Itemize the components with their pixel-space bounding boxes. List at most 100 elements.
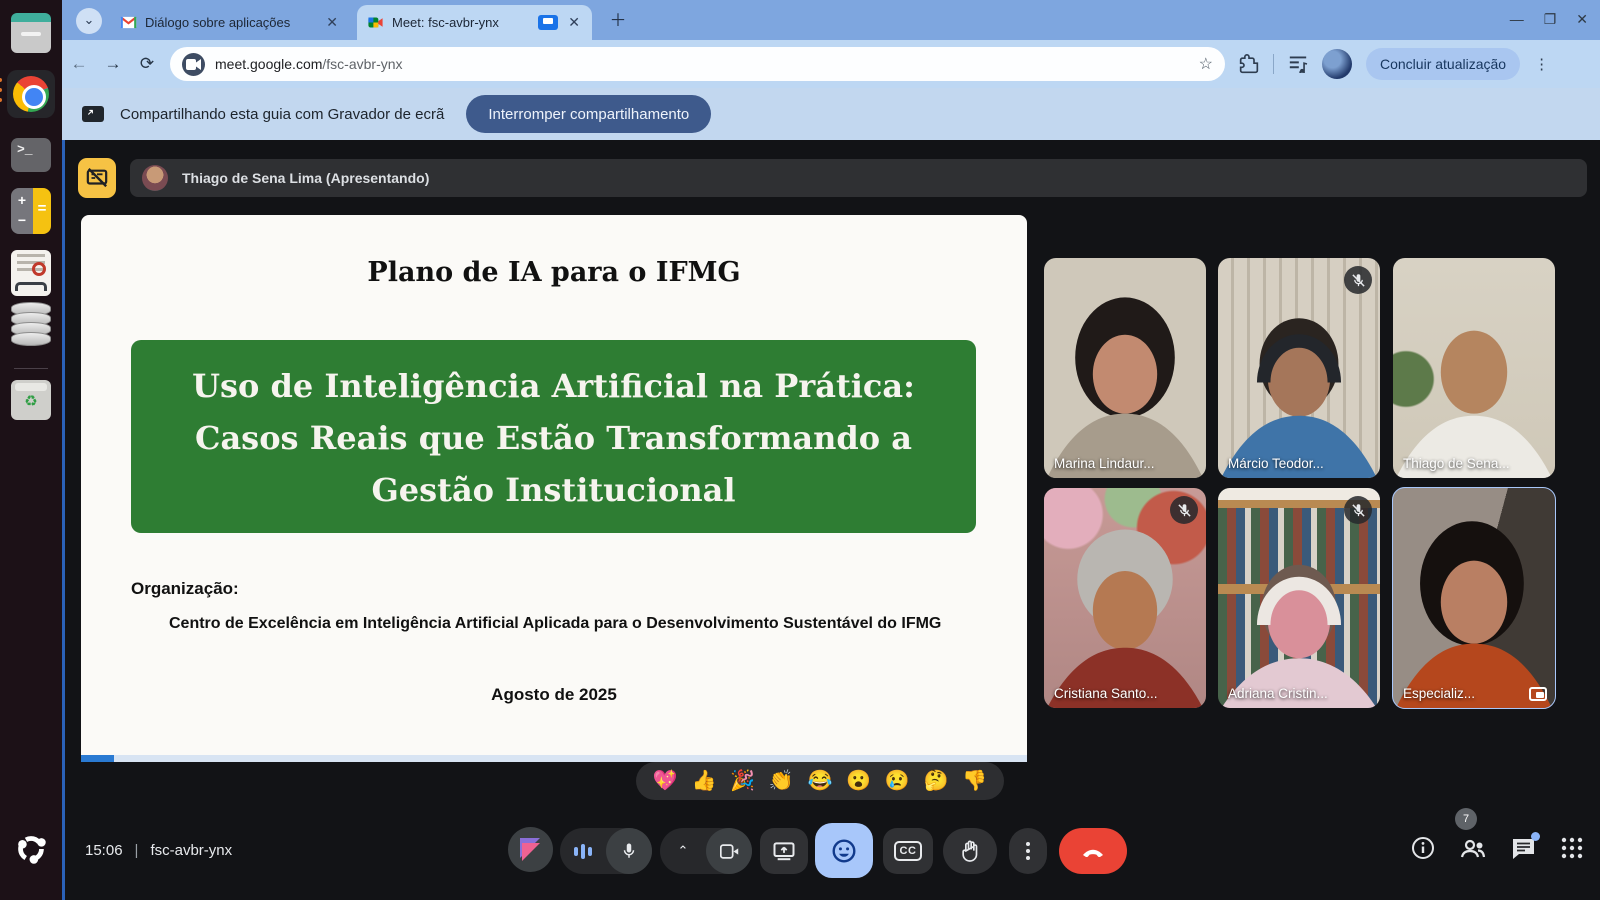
gmail-icon	[120, 14, 137, 31]
profile-avatar[interactable]	[1322, 49, 1352, 79]
participant-name: Márcio Teodor...	[1228, 456, 1324, 471]
participant-name: Cristiana Santo...	[1054, 686, 1158, 701]
calculator-icon[interactable]: +−=	[11, 188, 51, 234]
participant-tile[interactable]: Cristiana Santo...	[1044, 488, 1206, 708]
mic-icon	[606, 828, 652, 874]
audio-level-icon	[560, 828, 606, 874]
camera-icon	[706, 828, 752, 874]
reaction-effect-button[interactable]	[508, 827, 553, 872]
url-path: /fsc-avbr-ynx	[322, 56, 402, 72]
tab-search-button[interactable]: ⌄	[76, 8, 102, 34]
raise-hand-button[interactable]	[943, 828, 997, 874]
picture-in-picture-icon[interactable]	[1529, 687, 1547, 701]
file-manager-icon[interactable]	[11, 13, 51, 53]
camera-button[interactable]: ⌃	[660, 828, 752, 874]
chrome-icon[interactable]	[7, 70, 55, 118]
mic-muted-icon	[1344, 266, 1372, 294]
ubuntu-logo-icon[interactable]	[12, 830, 50, 868]
slide-date: Agosto de 2025	[81, 685, 1027, 705]
slide-org-label: Organização:	[131, 579, 239, 599]
stop-sharing-button[interactable]: Interromper compartilhamento	[466, 95, 711, 133]
address-bar[interactable]: meet.google.com/fsc-avbr-ynx ☆	[170, 47, 1225, 81]
back-icon[interactable]: ←	[62, 54, 96, 74]
forward-icon[interactable]: →	[96, 54, 130, 74]
window-controls: — ❐ ✕	[1510, 8, 1588, 30]
screen-share-icon	[82, 106, 104, 122]
tab-sharing-bar: Compartilhando esta guia com Gravador de…	[62, 88, 1600, 140]
meet-camera-badge-icon	[182, 53, 205, 76]
participant-tile[interactable]: Márcio Teodor...	[1218, 258, 1380, 478]
extensions-icon[interactable]	[1239, 54, 1259, 74]
participant-tile-active-speaker[interactable]: Especializ...	[1393, 488, 1555, 708]
info-separator: |	[135, 842, 139, 859]
participant-name: Thiago de Sena...	[1403, 456, 1510, 471]
participant-tile[interactable]: Adriana Cristin...	[1218, 488, 1380, 708]
meet-panels	[1411, 836, 1584, 865]
minimize-icon[interactable]: —	[1510, 8, 1524, 30]
restore-icon[interactable]: ❐	[1544, 8, 1557, 30]
close-tab-icon[interactable]: ✕	[324, 14, 340, 31]
close-tab-icon[interactable]: ✕	[566, 14, 582, 31]
slide-title: Plano de IA para o IFMG	[81, 257, 1027, 288]
browser-menu-icon[interactable]: ⋮	[1534, 55, 1548, 73]
captions-button[interactable]: CC	[883, 828, 933, 874]
tab-strip: ⌄ Diálogo sobre aplicações ✕ Meet: fsc-a…	[62, 0, 1600, 40]
participant-name: Adriana Cristin...	[1228, 686, 1328, 701]
participant-video	[1393, 258, 1555, 478]
tab-gmail[interactable]: Diálogo sobre aplicações ✕	[110, 5, 350, 40]
activities-grid-icon[interactable]	[1560, 836, 1584, 865]
media-controls-icon[interactable]	[1288, 55, 1308, 73]
toolbar-separator	[1273, 54, 1274, 74]
url-text: meet.google.com/fsc-avbr-ynx	[215, 56, 1199, 72]
meeting-code: fsc-avbr-ynx	[150, 842, 232, 859]
close-window-icon[interactable]: ✕	[1576, 8, 1588, 30]
microphone-button[interactable]	[560, 828, 652, 874]
chat-icon[interactable]	[1511, 836, 1536, 865]
presenter-name: Thiago de Sena Lima (Apresentando)	[182, 170, 429, 186]
presentation-slide: Plano de IA para o IFMG Uso de Inteligên…	[81, 215, 1027, 762]
desktop-dock: >_ +−= ♻	[0, 0, 62, 900]
info-icon[interactable]	[1411, 836, 1435, 865]
clock-time: 15:06	[85, 842, 123, 859]
participant-video	[1044, 258, 1206, 478]
slide-heading-line: Casos Reais que Estão Transformando a	[131, 412, 976, 464]
dock-divider	[14, 368, 48, 369]
finish-update-button[interactable]: Concluir atualização	[1366, 48, 1520, 80]
document-viewer-icon[interactable]	[11, 250, 51, 296]
participant-name: Marina Lindaur...	[1054, 456, 1155, 471]
leave-call-button[interactable]	[1059, 828, 1127, 874]
meet-content: Thiago de Sena Lima (Apresentando) Plano…	[62, 140, 1600, 900]
more-options-button[interactable]	[1009, 828, 1047, 874]
presenter-pill[interactable]: Thiago de Sena Lima (Apresentando)	[130, 159, 1587, 197]
participant-tile[interactable]: Thiago de Sena...	[1393, 258, 1555, 478]
toolbar-right: Concluir atualização ⋮	[1239, 48, 1548, 80]
reactions-toggle-button[interactable]	[815, 823, 873, 878]
running-indicator	[0, 78, 2, 102]
desktop: >_ +−= ♻ ⌄ Diálogo sobre aplicações ✕ Me…	[0, 0, 1600, 900]
tab-label: Meet: fsc-avbr-ynx	[392, 15, 530, 30]
presenter-banner: Thiago de Sena Lima (Apresentando)	[78, 158, 1587, 198]
new-tab-button[interactable]: ＋	[607, 10, 629, 32]
participant-tile[interactable]: Marina Lindaur...	[1044, 258, 1206, 478]
chrome-logo-icon	[13, 76, 49, 112]
database-icon[interactable]	[11, 306, 51, 356]
present-screen-button[interactable]	[760, 828, 808, 874]
people-icon[interactable]	[1459, 836, 1487, 865]
mic-muted-icon	[1344, 496, 1372, 524]
stop-presentation-button[interactable]	[78, 158, 116, 198]
chat-notification-dot	[1531, 832, 1540, 841]
meet-icon	[367, 14, 384, 31]
bookmark-star-icon[interactable]: ☆	[1199, 54, 1213, 74]
slide-progress-bar	[81, 755, 1027, 762]
meet-bottom-toolbar: 15:06 | fsc-avbr-ynx ⌃	[65, 780, 1600, 900]
trash-icon[interactable]: ♻	[11, 380, 51, 420]
terminal-icon[interactable]: >_	[11, 138, 51, 172]
chevron-up-icon[interactable]: ⌃	[660, 828, 706, 874]
sharing-message: Compartilhando esta guia com Gravador de…	[120, 106, 444, 123]
browser-window: ⌄ Diálogo sobre aplicações ✕ Meet: fsc-a…	[62, 0, 1600, 900]
slide-org-name: Centro de Excelência em Inteligência Art…	[169, 615, 989, 633]
mic-muted-icon	[1170, 496, 1198, 524]
reload-icon[interactable]: ⟳	[130, 54, 164, 74]
kebab-icon	[1026, 842, 1030, 860]
tab-meet-active[interactable]: Meet: fsc-avbr-ynx ✕	[357, 5, 592, 40]
